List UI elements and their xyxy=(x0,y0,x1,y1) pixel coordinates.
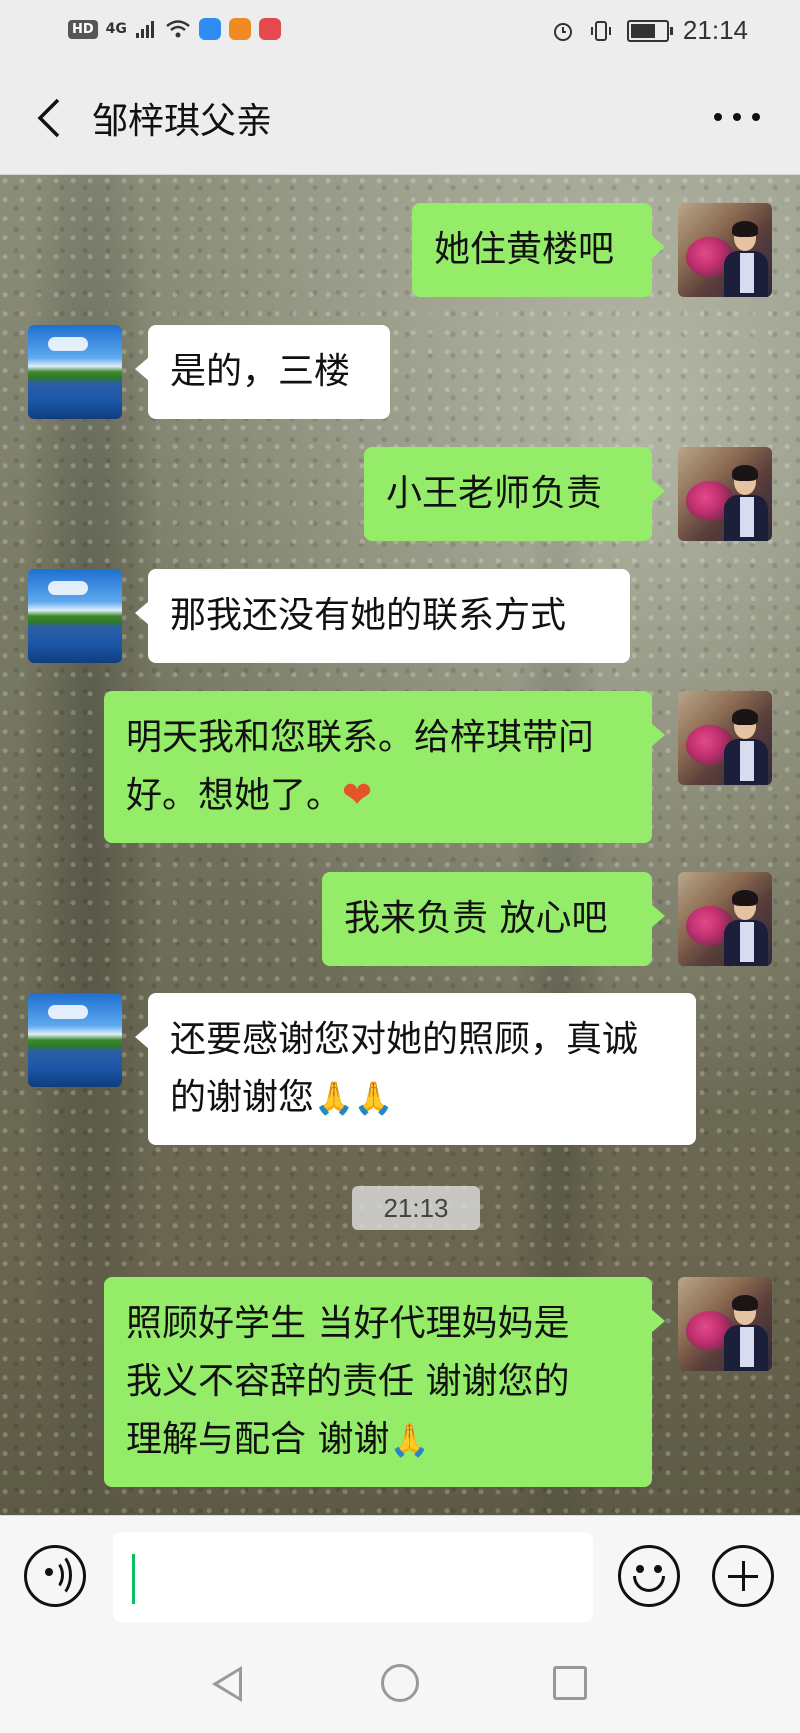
avatar-me[interactable] xyxy=(678,1277,772,1371)
message-bubble[interactable]: 还要感谢您对她的照顾，真诚 的谢谢您🙏🙏 xyxy=(135,993,696,1145)
praying-hands-emoji-icon: 🙏 xyxy=(389,1421,430,1459)
message-text: 理解与配合 谢谢 xyxy=(126,1419,390,1460)
message-line: 理解与配合 谢谢🙏 xyxy=(126,1411,630,1469)
emoji-icon[interactable] xyxy=(618,1545,680,1607)
alarm-icon xyxy=(553,22,572,41)
message-line: 明天我和您联系。给梓琪带问 xyxy=(126,717,595,758)
avatar-me[interactable] xyxy=(678,447,772,541)
message-bubble[interactable]: 照顾好学生 当好代理妈妈是 我义不容辞的责任 谢谢您的 理解与配合 谢谢🙏 xyxy=(104,1277,665,1487)
signal-icon: 4G xyxy=(105,21,127,37)
input-bar xyxy=(0,1515,800,1636)
message-line: 还要感谢您对她的照顾，真诚 xyxy=(170,1019,639,1060)
message-text: 她住黄楼吧 xyxy=(434,229,615,270)
plus-icon[interactable] xyxy=(712,1545,774,1607)
message-text: 我来负责 放心吧 xyxy=(344,898,608,939)
message-bubble[interactable]: 是的，三楼 xyxy=(135,325,390,419)
hd-icon: HD xyxy=(68,19,98,39)
status-right: 21:14 xyxy=(551,15,748,46)
message-text: 那我还没有她的联系方式 xyxy=(170,595,567,636)
nav-back-icon-inner xyxy=(218,1671,239,1697)
signal-bars-icon xyxy=(135,21,154,38)
message-line: 照顾好学生 当好代理妈妈是 xyxy=(126,1303,570,1344)
app-icon-orange xyxy=(228,18,251,40)
battery-icon xyxy=(626,19,673,42)
message-bubble[interactable]: 明天我和您联系。给梓琪带问 好。想她了。❤ xyxy=(104,691,665,843)
message-line: 好。想她了。❤ xyxy=(126,767,630,825)
message-line: 的谢谢您🙏🙏 xyxy=(170,1069,674,1127)
message-text: 小王老师负责 xyxy=(386,473,603,514)
wifi-icon xyxy=(166,20,190,38)
text-caret xyxy=(132,1554,135,1604)
timestamp: 21:13 xyxy=(352,1186,480,1230)
status-left: HD 4G xyxy=(68,18,281,40)
app-icon-red xyxy=(258,18,281,40)
status-time: 21:14 xyxy=(682,15,748,45)
avatar-contact[interactable] xyxy=(28,569,122,663)
avatar-contact[interactable] xyxy=(28,993,122,1087)
message-line: 我义不容辞的责任 谢谢您的 xyxy=(126,1361,570,1402)
praying-hands-emoji-icon: 🙏🙏 xyxy=(314,1079,394,1117)
status-bar: HD 4G 21:14 xyxy=(0,0,800,62)
voice-icon[interactable] xyxy=(24,1545,86,1607)
message-bubble[interactable]: 小王老师负责 xyxy=(364,447,665,541)
message-bubble[interactable]: 我来负责 放心吧 xyxy=(322,872,665,966)
message-input[interactable] xyxy=(113,1532,593,1622)
nav-recent-icon[interactable] xyxy=(553,1666,587,1700)
more-dots-icon[interactable] xyxy=(714,110,760,124)
avatar-me[interactable] xyxy=(678,691,772,785)
message-bubble[interactable]: 那我还没有她的联系方式 xyxy=(135,569,630,663)
avatar-me[interactable] xyxy=(678,872,772,966)
message-text: 的谢谢您 xyxy=(170,1077,315,1118)
chevron-left-icon[interactable] xyxy=(30,96,70,140)
avatar-contact[interactable] xyxy=(28,325,122,419)
message-text: 是的，三楼 xyxy=(170,351,351,392)
chat-header: 邹梓琪父亲 xyxy=(0,62,800,175)
chat-area[interactable]: 她住黄楼吧 是的，三楼 小王老师负责 那我还没有她的联系方式 明天我和您联系。给… xyxy=(0,175,800,1515)
system-nav-bar xyxy=(0,1636,800,1733)
message-bubble[interactable]: 她住黄楼吧 xyxy=(412,203,665,297)
heart-emoji-icon: ❤ xyxy=(342,775,373,816)
avatar-me[interactable] xyxy=(678,203,772,297)
message-text: 好。想她了。 xyxy=(126,775,343,816)
nav-home-icon[interactable] xyxy=(381,1664,419,1702)
chat-title: 邹梓琪父亲 xyxy=(92,101,273,142)
app-icon-blue xyxy=(198,18,221,40)
vibrate-icon xyxy=(590,20,611,41)
